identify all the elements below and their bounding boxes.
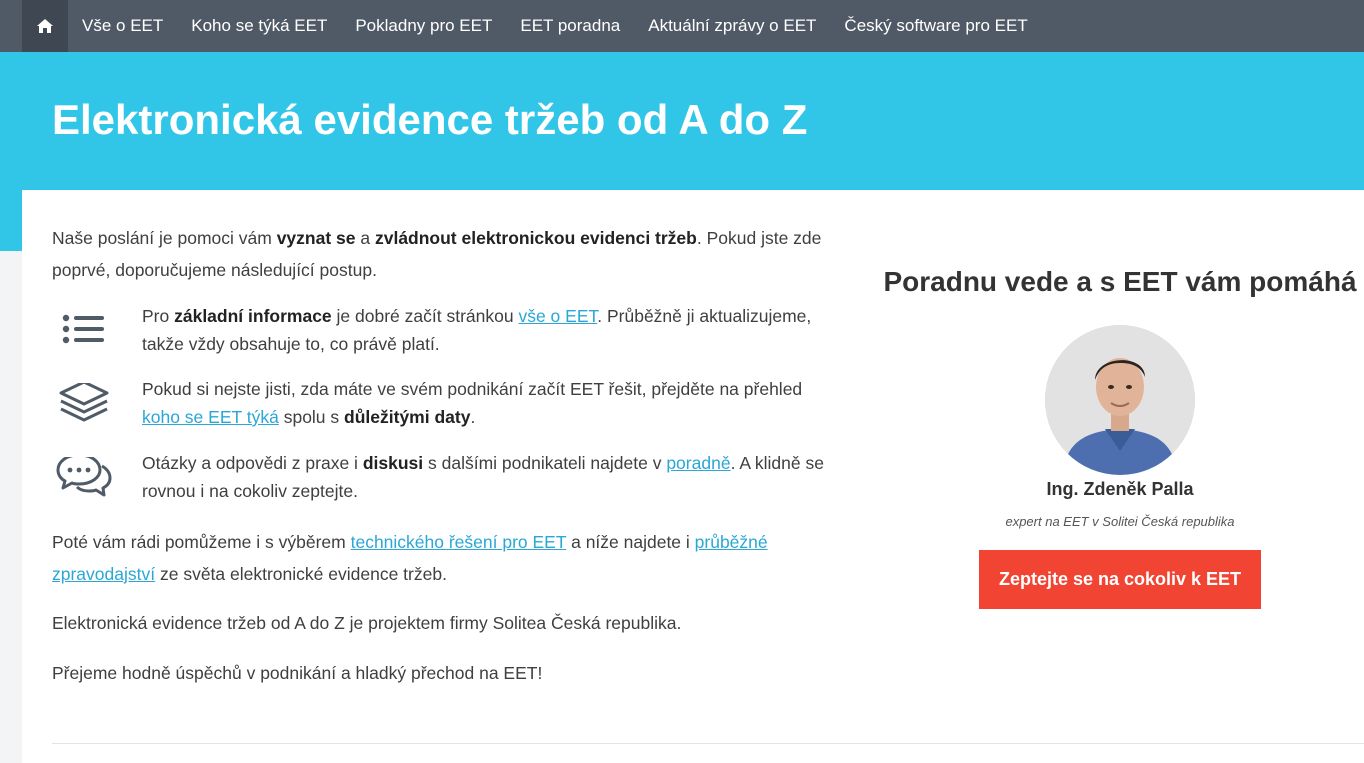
intro-text-part: Naše poslání je pomoci vám — [52, 228, 277, 248]
section-divider — [52, 743, 1364, 744]
step-who-applies: Pokud si nejste jisti, zda máte ve svém … — [52, 379, 832, 443]
step-who-applies-text: Pokud si nejste jisti, zda máte ve svém … — [142, 375, 832, 431]
nav-item-cesky-software[interactable]: Český software pro EET — [830, 0, 1041, 52]
intro-bold-zvladnout: zvládnout elektronickou evidenci tržeb — [374, 228, 697, 248]
nav-home-button[interactable] — [22, 0, 68, 52]
step-bold: základní informace — [174, 306, 332, 326]
step-text-part: spolu s — [278, 407, 345, 427]
chat-bubbles-icon — [56, 457, 112, 497]
nav-item-poradna[interactable]: EET poradna — [506, 0, 634, 52]
intro-text: Naše poslání je pomoci vám vyznat se a z… — [52, 222, 832, 286]
step-discussion-text: Otázky a odpovědi z praxe i diskusi s da… — [142, 449, 832, 505]
layers-icon — [59, 383, 109, 422]
link-poradne[interactable]: poradně — [666, 453, 730, 473]
expert-name: Ing. Zdeněk Palla — [1046, 479, 1194, 499]
nav-item-aktualni-zpravy[interactable]: Aktuální zprávy o EET — [634, 0, 830, 52]
step-text-part: s dalšími podnikateli najdete v — [423, 453, 667, 473]
intro-bold-vyznat: vyznat se — [276, 228, 356, 248]
step-text-part: Pokud si nejste jisti, zda máte ve svém … — [142, 379, 803, 399]
link-technicke-reseni[interactable]: technického řešení pro EET — [351, 532, 567, 552]
step-bold: důležitými daty — [344, 407, 471, 427]
nav-item-pokladny[interactable]: Pokladny pro EET — [341, 0, 506, 52]
page-title: Elektronická evidence tržeb od A do Z — [52, 96, 808, 143]
expert-role: expert na EET v Solitei Česká republika — [1005, 514, 1235, 529]
list-icon — [62, 314, 104, 344]
step-basic-info-text: Pro základní informace je dobré začít st… — [142, 302, 832, 358]
paragraph-project: Elektronická evidence tržeb od A do Z je… — [52, 613, 682, 633]
ask-question-button[interactable]: Zeptejte se na cokoliv k EET — [979, 550, 1261, 609]
step-discussion: Otázky a odpovědi z praxe i diskusi s da… — [52, 453, 832, 517]
intro-text-part: a — [355, 228, 375, 248]
nav-item-vse-o-eet[interactable]: Vše o EET — [68, 0, 177, 52]
step-text-part: Pro — [142, 306, 175, 326]
nav-item-koho-se-tyka[interactable]: Koho se týká EET — [177, 0, 341, 52]
para-text-part: ze světa elektronické evidence tržeb. — [155, 564, 447, 584]
para-text-part: Poté vám rádi pomůžeme i s výběrem — [52, 532, 351, 552]
expert-photo — [1045, 325, 1195, 475]
step-text-part: je dobré začít stránkou — [331, 306, 519, 326]
link-vse-o-eet[interactable]: vše o EET — [518, 306, 597, 326]
step-text-part: Otázky a odpovědi z praxe i — [142, 453, 363, 473]
home-icon — [37, 19, 53, 33]
step-bold: diskusi — [362, 453, 424, 473]
sidebar-heading: Poradnu vede a s EET vám pomáhá — [883, 266, 1357, 297]
paragraph-tech-solution: Poté vám rádi pomůžeme i s výběrem techn… — [52, 526, 832, 590]
step-basic-info: Pro základní informace je dobré začít st… — [52, 306, 832, 370]
step-text-part: . — [470, 407, 476, 427]
top-navigation: Vše o EET Koho se týká EET Pokladny pro … — [0, 0, 1364, 52]
link-koho-se-eet-tyka[interactable]: koho se EET týká — [142, 407, 279, 427]
avatar — [1045, 325, 1195, 475]
para-text-part: a níže najdete i — [566, 532, 695, 552]
paragraph-wishes: Přejeme hodně úspěchů v podnikání a hlad… — [52, 663, 543, 683]
